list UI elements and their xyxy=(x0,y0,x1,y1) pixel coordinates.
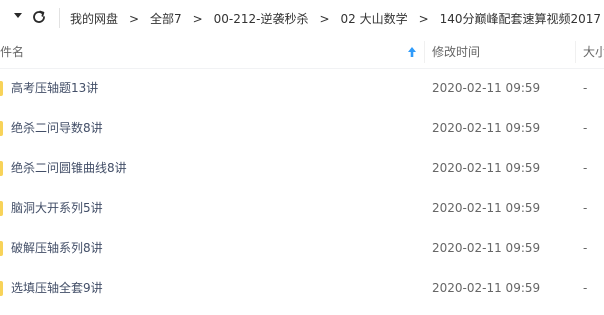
file-row[interactable]: 高考压轴题13讲 2020-02-11 09:59 - xyxy=(0,68,604,108)
breadcrumb: 我的网盘 > 全部7 > 00-212-逆袭秒杀 > 02 大山数学 > 140… xyxy=(70,0,601,37)
file-modified-time: 2020-02-11 09:59 xyxy=(432,161,541,175)
file-row[interactable]: 绝杀二问圆锥曲线8讲 2020-02-11 09:59 - xyxy=(0,148,604,188)
breadcrumb-separator: > xyxy=(128,11,140,26)
breadcrumb-toolbar: 我的网盘 > 全部7 > 00-212-逆袭秒杀 > 02 大山数学 > 140… xyxy=(0,0,604,37)
file-modified-time: 2020-02-11 09:59 xyxy=(432,201,541,215)
file-size: - xyxy=(583,241,588,255)
breadcrumb-separator: > xyxy=(319,11,330,26)
file-name[interactable]: 绝杀二问导数8讲 xyxy=(11,108,103,148)
file-size: - xyxy=(583,281,588,295)
toolbar-divider xyxy=(59,8,60,28)
file-name[interactable]: 脑洞大开系列5讲 xyxy=(11,188,103,228)
file-row[interactable]: 选填压轴全套9讲 2020-02-11 09:59 - xyxy=(0,268,604,308)
breadcrumb-separator: > xyxy=(418,11,429,26)
breadcrumb-item-dashan-math[interactable]: 02 大山数学 xyxy=(341,10,408,27)
file-modified-time: 2020-02-11 09:59 xyxy=(432,281,541,295)
file-size: - xyxy=(583,81,588,95)
folder-icon xyxy=(0,241,3,256)
folder-icon xyxy=(0,281,3,296)
breadcrumb-separator: > xyxy=(192,11,203,26)
file-size: - xyxy=(583,121,588,135)
folder-icon xyxy=(0,161,3,176)
file-list: 高考压轴题13讲 2020-02-11 09:59 - 绝杀二问导数8讲 202… xyxy=(0,68,604,308)
file-name[interactable]: 选填压轴全套9讲 xyxy=(11,268,103,308)
column-header-size[interactable]: 大小 xyxy=(583,37,604,68)
breadcrumb-item-folder-212[interactable]: 00-212-逆袭秒杀 xyxy=(214,10,309,27)
folder-icon xyxy=(0,81,3,96)
column-header-name[interactable]: 件名 xyxy=(0,37,420,68)
column-header: 件名 修改时间 大小 xyxy=(0,37,604,69)
file-name[interactable]: 破解压轴系列8讲 xyxy=(11,228,103,268)
file-row[interactable]: 破解压轴系列8讲 2020-02-11 09:59 - xyxy=(0,228,604,268)
file-name[interactable]: 高考压轴题13讲 xyxy=(11,68,98,108)
sort-ascending-arrow-icon[interactable] xyxy=(406,46,418,58)
column-divider[interactable] xyxy=(575,41,576,63)
file-modified-time: 2020-02-11 09:59 xyxy=(432,241,541,255)
folder-icon xyxy=(0,121,3,136)
column-divider[interactable] xyxy=(424,41,425,63)
file-modified-time: 2020-02-11 09:59 xyxy=(432,121,541,135)
breadcrumb-item-current-folder[interactable]: 140分巅峰配套速算视频2017 xyxy=(440,10,601,27)
file-name[interactable]: 绝杀二问圆锥曲线8讲 xyxy=(11,148,127,188)
file-browser-page: 我的网盘 > 全部7 > 00-212-逆袭秒杀 > 02 大山数学 > 140… xyxy=(0,0,604,315)
folder-icon xyxy=(0,201,3,216)
breadcrumb-item-all[interactable]: 全部7 xyxy=(150,10,182,27)
file-size: - xyxy=(583,161,588,175)
refresh-icon[interactable] xyxy=(31,9,47,25)
caret-down-icon[interactable] xyxy=(14,13,22,18)
file-modified-time: 2020-02-11 09:59 xyxy=(432,81,541,95)
column-header-modified[interactable]: 修改时间 xyxy=(432,37,572,68)
file-size: - xyxy=(583,201,588,215)
file-row[interactable]: 脑洞大开系列5讲 2020-02-11 09:59 - xyxy=(0,188,604,228)
file-row[interactable]: 绝杀二问导数8讲 2020-02-11 09:59 - xyxy=(0,108,604,148)
breadcrumb-item-my-drive[interactable]: 我的网盘 xyxy=(70,10,118,27)
